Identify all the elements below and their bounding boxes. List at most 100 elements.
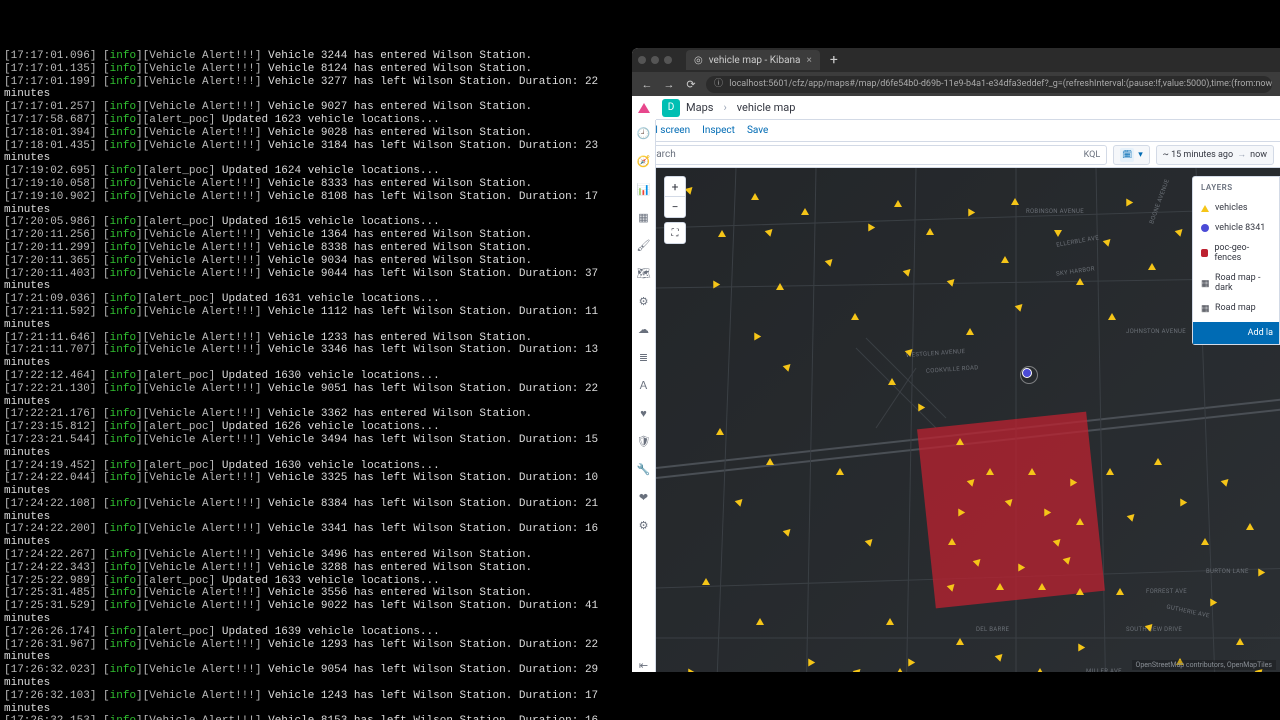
canvas-icon[interactable]: 🖌 <box>637 238 651 252</box>
vehicle-marker[interactable] <box>801 208 809 215</box>
vehicle-marker[interactable] <box>896 668 904 672</box>
save-link[interactable]: Save <box>747 125 768 136</box>
mgmt-icon[interactable]: ⚙ <box>637 518 651 532</box>
layer-row[interactable]: poc-geo-fences <box>1193 238 1279 268</box>
browser-window: ◎ vehicle map - Kibana × + ← → ⟳ ⓘ local… <box>632 48 1280 672</box>
ml-icon[interactable]: ⚙ <box>637 294 651 308</box>
kibana-logo-icon[interactable] <box>632 96 656 120</box>
layer-row[interactable]: ▦Road map <box>1193 298 1279 318</box>
vehicle-marker[interactable] <box>956 438 964 445</box>
zoom-out-button[interactable]: − <box>665 197 685 217</box>
browser-tab[interactable]: ◎ vehicle map - Kibana × <box>686 50 820 70</box>
close-tab-icon[interactable]: × <box>806 55 811 66</box>
new-tab-button[interactable]: + <box>826 52 842 68</box>
vehicle-marker[interactable] <box>948 538 956 545</box>
vehicle-marker[interactable] <box>1201 538 1209 545</box>
add-layer-button[interactable]: Add la <box>1193 322 1279 344</box>
vehicle-marker[interactable] <box>1036 668 1044 672</box>
vehicle-marker[interactable] <box>894 200 902 207</box>
vehicle-marker[interactable] <box>702 578 710 585</box>
vehicle-marker[interactable] <box>1076 518 1084 525</box>
url-field[interactable]: ⓘ localhost:5601/cfz/app/maps#/map/d6fe5… <box>706 76 1272 93</box>
log-line: [17:22:21.130] [info][Vehicle Alert!!!] … <box>4 383 626 409</box>
vehicle-marker[interactable] <box>776 283 784 290</box>
vehicle-marker[interactable] <box>766 458 774 465</box>
vehicle-marker[interactable] <box>1076 588 1084 595</box>
vehicle-marker[interactable] <box>966 328 974 335</box>
time-range[interactable]: ~ 15 minutes ago → now <box>1156 145 1274 165</box>
vehicle-marker[interactable] <box>1236 638 1244 645</box>
monitor-icon[interactable]: ❤ <box>637 490 651 504</box>
apm-icon[interactable]: Ａ <box>637 378 651 392</box>
map-canvas[interactable]: WESTGLEN AVENUE COOKVILLE ROAD ELLERBLE … <box>656 168 1280 672</box>
vehicle-marker[interactable] <box>926 228 934 235</box>
map-attribution: OpenStreetMap contributors, OpenMapTiles <box>1132 660 1276 670</box>
vehicle-marker[interactable] <box>1011 198 1019 205</box>
uptime-icon[interactable]: ♥ <box>637 406 651 420</box>
dashboard-icon[interactable]: ▦ <box>637 210 651 224</box>
kql-toggle[interactable]: KQL <box>1084 150 1101 160</box>
vehicle-marker[interactable] <box>1028 468 1036 475</box>
maps-icon[interactable]: 🗺 <box>637 266 651 280</box>
vehicle-marker[interactable] <box>1106 468 1114 475</box>
vehicle-marker[interactable] <box>886 618 894 625</box>
vehicle-marker[interactable] <box>1246 523 1254 530</box>
log-line: [17:18:01.435] [info][Vehicle Alert!!!] … <box>4 140 626 166</box>
search-input[interactable]: Search KQL <box>638 145 1107 165</box>
road-label: JOHNSTON AVENUE <box>1126 328 1186 335</box>
recent-icon[interactable]: 🕘 <box>637 126 651 140</box>
forward-icon[interactable]: → <box>662 78 676 91</box>
infra-icon[interactable]: ☁ <box>637 322 651 336</box>
back-icon[interactable]: ← <box>640 78 654 91</box>
vehicle-marker[interactable] <box>888 378 896 385</box>
vehicle-marker[interactable] <box>986 468 994 475</box>
vehicle-marker[interactable] <box>1076 278 1084 285</box>
chevron-right-icon: › <box>723 101 726 114</box>
reload-icon[interactable]: ⟳ <box>684 78 698 91</box>
vehicle-marker[interactable] <box>851 313 859 320</box>
vehicle-marker[interactable] <box>1108 313 1116 320</box>
layers-title: LAYERS <box>1193 177 1279 198</box>
road-label: MILLER AVE <box>1086 668 1122 672</box>
window-traffic-lights[interactable] <box>638 56 672 64</box>
vehicle-marker[interactable] <box>1038 583 1046 590</box>
vehicle-marker[interactable] <box>716 428 724 435</box>
log-line: [17:25:31.529] [info][Vehicle Alert!!!] … <box>4 600 626 626</box>
siem-icon[interactable]: 🛡 <box>637 434 651 448</box>
log-line: [17:25:22.989] [info][alert_poc] Updated… <box>4 575 626 588</box>
arrow-right-icon: → <box>1237 149 1246 160</box>
terminal-pane[interactable]: [17:17:01.096] [info][Vehicle Alert!!!] … <box>0 48 630 672</box>
vehicle-marker[interactable] <box>996 583 1004 590</box>
space-selector[interactable]: D <box>662 99 680 117</box>
vehicle-8341-marker[interactable] <box>1022 368 1032 378</box>
vehicle-marker[interactable] <box>1154 458 1162 465</box>
vehicle-marker[interactable] <box>718 230 726 237</box>
vehicle-marker[interactable] <box>1148 263 1156 270</box>
layer-swatch-icon <box>1201 249 1208 257</box>
discover-icon[interactable]: 🧭 <box>637 154 651 168</box>
log-line: [17:23:15.812] [info][alert_poc] Updated… <box>4 421 626 434</box>
layer-row[interactable]: vehicles <box>1193 198 1279 218</box>
vehicle-marker[interactable] <box>1116 588 1124 595</box>
log-line: [17:20:11.365] [info][Vehicle Alert!!!] … <box>4 255 626 268</box>
vehicle-marker[interactable] <box>756 618 764 625</box>
vehicle-marker[interactable] <box>1001 256 1009 263</box>
log-line: [17:21:11.707] [info][Vehicle Alert!!!] … <box>4 344 626 370</box>
vehicle-marker[interactable] <box>1054 230 1062 237</box>
zoom-in-button[interactable]: + <box>665 177 685 197</box>
geo-fence-polygon[interactable] <box>917 412 1105 609</box>
devtools-icon[interactable]: 🔧 <box>637 462 651 476</box>
layer-row[interactable]: ▦Road map - dark <box>1193 268 1279 298</box>
vehicle-marker[interactable] <box>836 468 844 475</box>
visualize-icon[interactable]: 📊 <box>637 182 651 196</box>
logs-icon[interactable]: ≣ <box>637 350 651 364</box>
log-line: [17:24:19.452] [info][alert_poc] Updated… <box>4 460 626 473</box>
time-picker[interactable]: 🗓 ▾ <box>1113 145 1150 165</box>
inspect-link[interactable]: Inspect <box>702 125 735 136</box>
collapse-icon[interactable]: ⇤ <box>637 658 651 672</box>
breadcrumb-maps[interactable]: Maps <box>686 101 713 114</box>
vehicle-marker[interactable] <box>751 193 759 200</box>
layer-row[interactable]: vehicle 8341 <box>1193 218 1279 238</box>
vehicle-marker[interactable] <box>956 638 964 645</box>
fit-bounds-button[interactable]: ⛶ <box>664 222 686 244</box>
